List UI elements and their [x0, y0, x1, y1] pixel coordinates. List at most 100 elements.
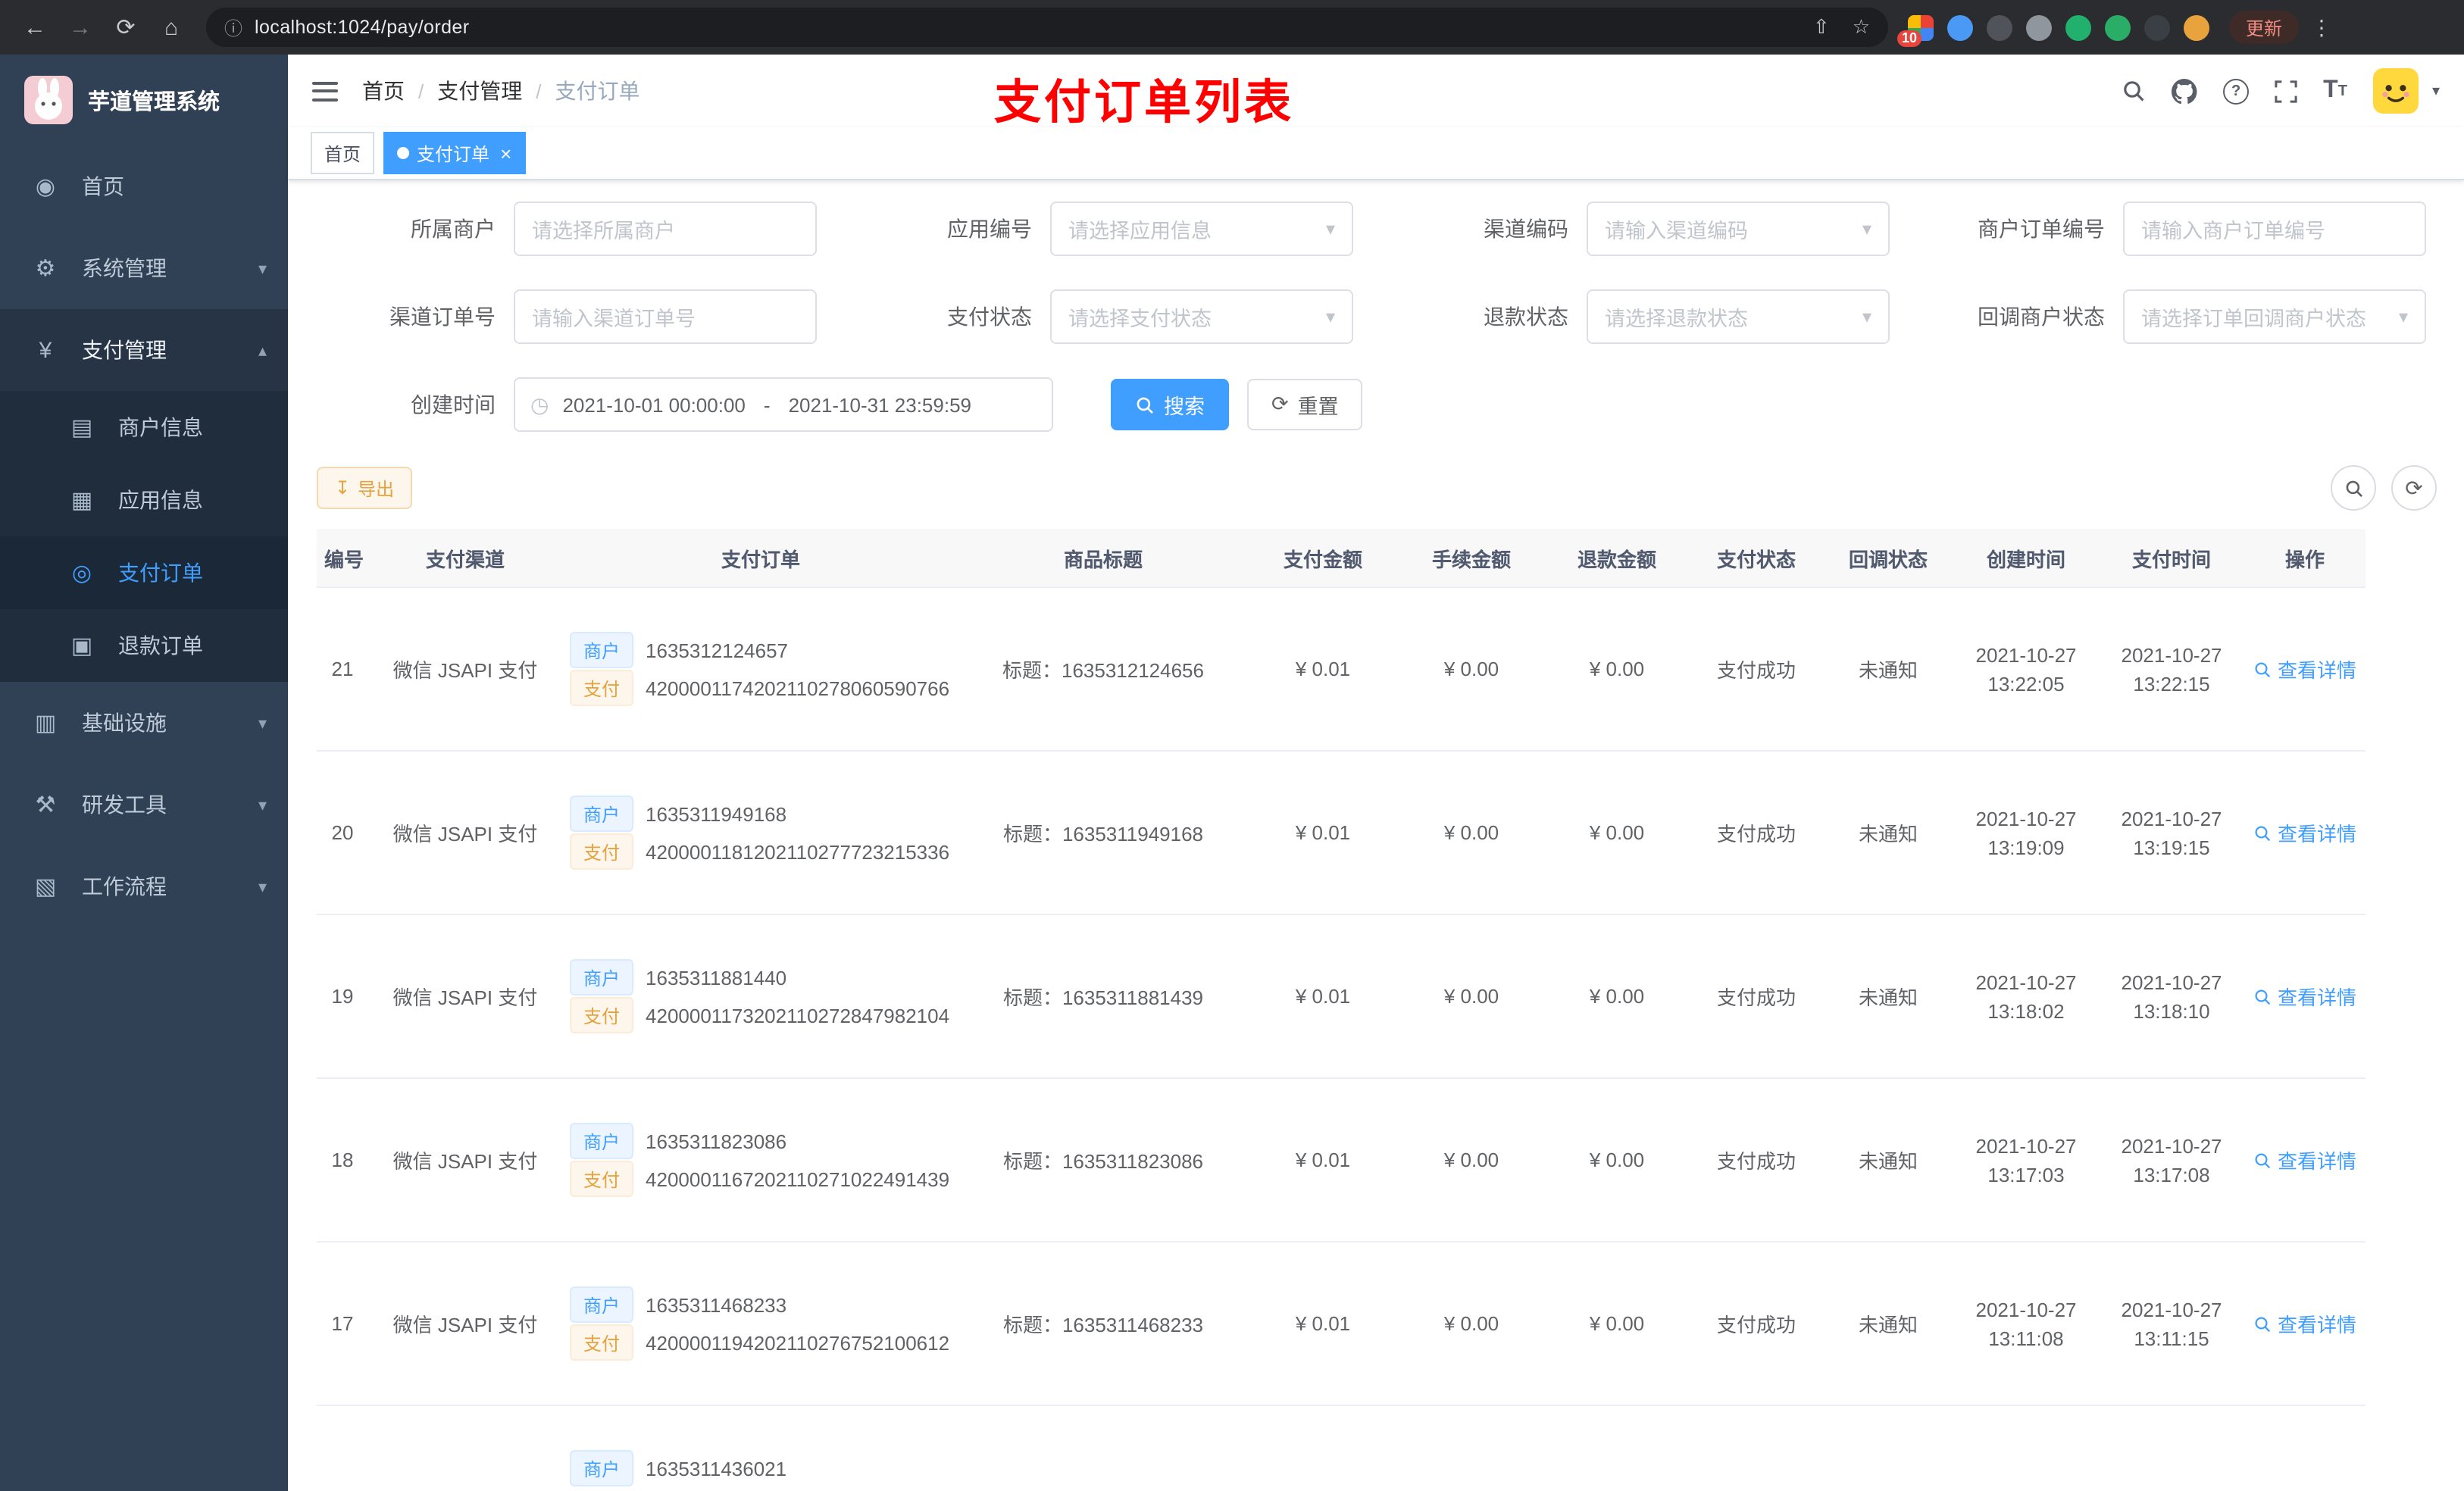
chevron-down-icon: ▾	[1325, 218, 1335, 239]
cell-refund	[1544, 1405, 1690, 1491]
sidebar-item-pay-order[interactable]: ◎ 支付订单	[0, 536, 288, 609]
sidebar-item-home[interactable]: ◉ 首页	[0, 145, 288, 227]
font-size-icon[interactable]: TT	[2323, 77, 2347, 105]
filter-select[interactable]: 请输入渠道编码 ▾	[1587, 202, 1890, 256]
filter-label: 商户订单编号	[1978, 217, 2105, 241]
toggle-search-button[interactable]	[2331, 465, 2376, 511]
view-detail-link[interactable]: 查看详情	[2253, 818, 2356, 847]
tab-label: 支付订单	[417, 143, 490, 164]
filter-select[interactable]: 请选择支付状态 ▾	[1050, 289, 1353, 344]
dark-extension-icon[interactable]	[1987, 14, 2012, 40]
magnifier-icon	[2255, 1152, 2271, 1168]
blue-drop-extension-icon[interactable]	[1947, 14, 1973, 40]
address-bar[interactable]: ⓘ localhost:1024/pay/order ⇧ ☆	[206, 8, 1888, 47]
filter-item: 所属商户 请选择所属商户	[317, 202, 817, 256]
sidebar-item-label: 支付订单	[118, 561, 203, 585]
breadcrumb-item[interactable]: 首页	[362, 76, 405, 106]
share-icon[interactable]: ⇧	[1813, 15, 1830, 39]
tab-close-icon[interactable]: ×	[500, 142, 511, 164]
sidebar-item-merchant-info[interactable]: ▤ 商户信息	[0, 391, 288, 464]
cell-fee: ¥ 0.00	[1399, 1078, 1544, 1242]
cell-title: 标题：1635312124656	[959, 587, 1247, 752]
title-value: 1635311949168	[1062, 823, 1204, 846]
avatar[interactable]	[2372, 68, 2419, 114]
chevron-down-icon: ▾	[1862, 306, 1871, 327]
cell-pay-status	[1690, 1405, 1823, 1491]
bookmark-star-icon[interactable]: ☆	[1853, 15, 1870, 39]
fullscreen-icon[interactable]	[2275, 80, 2297, 102]
cell-refund: ¥ 0.00	[1544, 1242, 1690, 1406]
filter-label: 创建时间	[411, 392, 496, 417]
view-detail-link[interactable]: 查看详情	[2253, 982, 2356, 1011]
cell-pay-status: 支付成功	[1690, 914, 1823, 1079]
breadcrumb-item[interactable]: 支付订单	[555, 76, 640, 106]
cell-pay-status: 支付成功	[1690, 751, 1823, 915]
merchant-order-no: 1635311468233	[646, 1293, 787, 1316]
sidebar-item-refund-order[interactable]: ▣ 退款订单	[0, 609, 288, 682]
merchant-tag: 商户	[570, 1450, 634, 1486]
sidebar-item-app-info[interactable]: ▦ 应用信息	[0, 464, 288, 536]
cell-channel: 微信 JSAPI 支付	[368, 1078, 562, 1242]
sidebar-item-label: 首页	[82, 174, 124, 198]
cell-fee: ¥ 0.00	[1399, 914, 1544, 1079]
site-info-icon[interactable]: ⓘ	[224, 14, 242, 40]
date-range-input[interactable]: ◷ 2021-10-01 00:00:00 - 2021-10-31 23:59…	[514, 377, 1053, 432]
user-dropdown-caret-icon[interactable]: ▾	[2432, 83, 2440, 99]
search-button[interactable]: 搜索	[1111, 379, 1229, 430]
cell-refund: ¥ 0.00	[1544, 587, 1690, 752]
gray-extension-icon[interactable]	[2026, 14, 2052, 40]
view-detail-link[interactable]: 查看详情	[2253, 1309, 2356, 1338]
filter-select[interactable]: 请选择退款状态 ▾	[1587, 289, 1890, 344]
cell-order: 商户 1635312124657 支付 42000011742021102780605…	[562, 587, 959, 752]
filter-select[interactable]: 请选择订单回调商户状态 ▾	[2123, 289, 2426, 344]
browser-update-button[interactable]: 更新	[2229, 11, 2300, 44]
refresh-table-button[interactable]: ⟳	[2391, 465, 2437, 511]
pay-date: 2021-10-27	[2121, 643, 2222, 666]
filter-input[interactable]: 请输入渠道订单号	[514, 289, 817, 344]
github-icon[interactable]	[2172, 78, 2197, 104]
column-header-title: 商品标题	[959, 529, 1247, 588]
extensions-grid-icon[interactable]: 10	[1897, 14, 1934, 46]
main: 首页 / 支付管理 / 支付订单 ? TT ▾ 支付订单列表 首页 支付订单 ×…	[288, 55, 2464, 1491]
cell-no: 17	[317, 1242, 368, 1406]
sidebar-item-system[interactable]: ⚙ 系统管理 ▾	[0, 227, 288, 309]
filter-select[interactable]: 请选择应用信息 ▾	[1050, 202, 1353, 256]
sidebar-item-workflow[interactable]: ▧ 工作流程 ▾	[0, 846, 288, 927]
dashboard-icon: ◉	[35, 174, 56, 200]
cell-channel: 微信 JSAPI 支付	[368, 587, 562, 752]
sidebar-item-infra[interactable]: ▥ 基础设施 ▾	[0, 682, 288, 764]
wechat-extension-icon[interactable]	[2105, 14, 2131, 40]
sidebar-item-pay[interactable]: ¥ 支付管理 ▴	[0, 309, 288, 391]
cell-refund: ¥ 0.00	[1544, 914, 1690, 1079]
tab-pay-order[interactable]: 支付订单 ×	[383, 132, 526, 174]
browser-reload-icon[interactable]: ⟳	[106, 8, 145, 47]
browser-forward-icon[interactable]: →	[61, 8, 100, 47]
browser-home-icon[interactable]: ⌂	[152, 8, 191, 47]
filter-item: 商户订单编号 请输入商户订单编号	[1926, 202, 2426, 256]
pin-extension-icon[interactable]	[2144, 14, 2170, 40]
search-icon[interactable]	[2122, 79, 2146, 103]
title-value: 1635312124656	[1062, 659, 1204, 682]
browser-back-icon[interactable]: ←	[15, 8, 55, 47]
view-detail-link[interactable]: 查看详情	[2253, 1146, 2356, 1174]
cell-no: 20	[317, 751, 368, 915]
breadcrumb-item[interactable]: 支付管理	[437, 76, 522, 106]
filter-input[interactable]: 请选择所属商户	[514, 202, 817, 256]
export-button[interactable]: ↧ 导出	[317, 467, 413, 509]
cell-channel: 微信 JSAPI 支付	[368, 914, 562, 1079]
tab-home[interactable]: 首页	[311, 132, 375, 174]
hamburger-icon[interactable]	[312, 81, 338, 101]
title-prefix: 标题：	[1002, 659, 1062, 682]
green-check-extension-icon[interactable]	[2065, 14, 2091, 40]
help-icon[interactable]: ?	[2223, 78, 2250, 104]
reset-button[interactable]: ⟳ 重置	[1247, 379, 1363, 430]
view-detail-link[interactable]: 查看详情	[2253, 655, 2356, 683]
app-grid-icon: ▦	[70, 488, 93, 514]
filter-row-1: 所属商户 请选择所属商户 应用编号 请选择应用信息 ▾ 渠道编码 请输入渠道编码 ▾ 商户订单编…	[317, 202, 2437, 256]
pay-time: 13:17:08	[2133, 1163, 2210, 1186]
monkey-extension-icon[interactable]	[2184, 14, 2209, 40]
filter-input[interactable]: 请输入商户订单编号	[2123, 202, 2426, 256]
column-header-status: 支付状态	[1690, 529, 1823, 588]
sidebar-item-dev-tools[interactable]: ⚒ 研发工具 ▾	[0, 764, 288, 846]
browser-menu-icon[interactable]: ⋮	[2311, 14, 2332, 40]
